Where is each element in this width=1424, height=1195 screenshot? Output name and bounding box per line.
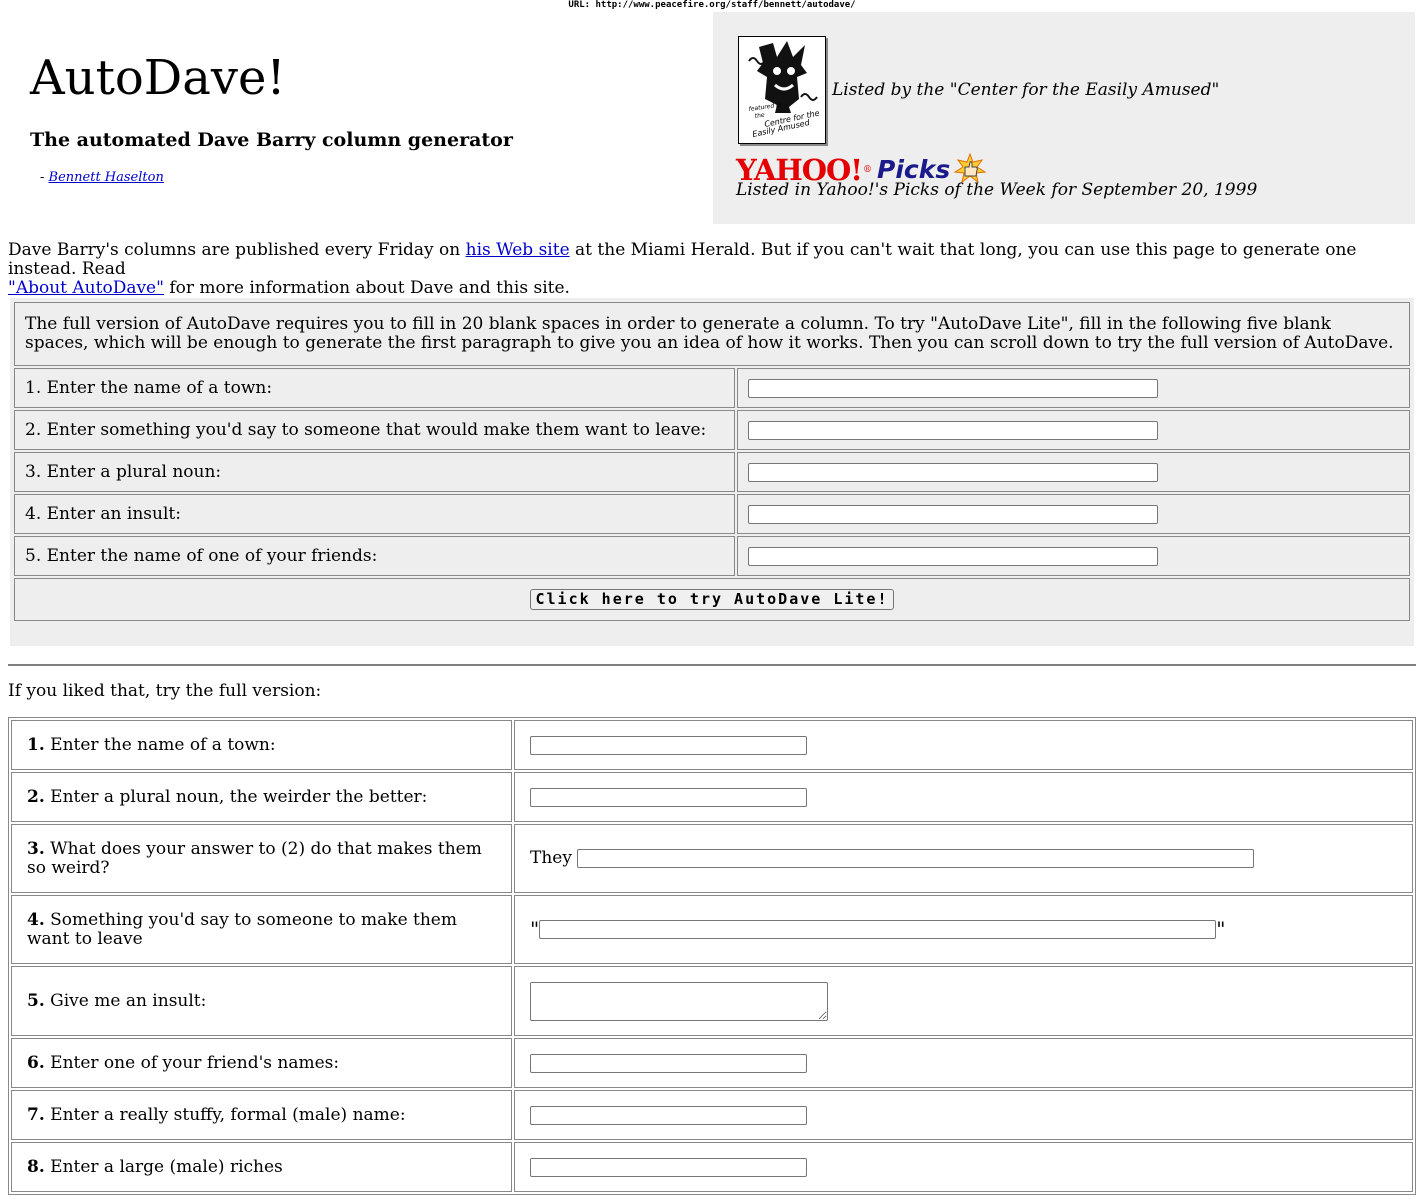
field-label-text: Enter a large (male) riches <box>44 1156 283 1177</box>
yahoo-registered-mark: ® <box>863 165 873 175</box>
full-field-label: 1. Enter the name of a town: <box>11 720 512 770</box>
field-label-text: Enter the name of a town: <box>44 734 276 755</box>
dave-barry-site-link[interactable]: his Web site <box>466 240 570 260</box>
field-label-text: Enter a plural noun, the weirder the bet… <box>44 786 428 807</box>
full-formal-name-input[interactable] <box>530 1105 807 1125</box>
field-number: 6. <box>27 1052 45 1073</box>
field-label-text: What does your answer to (2) do that mak… <box>27 838 482 878</box>
full-field-label: 2. Enter a plural noun, the weirder the … <box>11 772 512 822</box>
lite-field-label: 5. Enter the name of one of your friends… <box>14 536 735 576</box>
field-label-text: Enter one of your friend's names: <box>44 1052 340 1073</box>
open-quote: " <box>530 917 540 941</box>
full-friend-name-input[interactable] <box>530 1053 807 1073</box>
lite-insult-input[interactable] <box>748 504 1158 524</box>
full-plural-noun-input[interactable] <box>530 787 807 807</box>
full-leave-phrase-input[interactable] <box>539 920 1217 939</box>
full-field-label: 7. Enter a really stuffy, formal (male) … <box>11 1090 512 1140</box>
byline: - Bennett Haselton <box>40 170 690 185</box>
lite-form-table: The full version of AutoDave requires yo… <box>12 300 1412 623</box>
field-number: 8. <box>27 1156 45 1177</box>
field-number: 1. <box>27 734 45 755</box>
field-number: 7. <box>27 1104 45 1125</box>
lite-town-input[interactable] <box>748 378 1158 398</box>
byline-prefix: - <box>40 170 49 185</box>
lite-row: 2. Enter something you'd say to someone … <box>14 410 1410 450</box>
awards-panel: featured in the Centre for the Easily Am… <box>713 12 1415 224</box>
field-label-text: Something you'd say to someone to make t… <box>27 909 457 949</box>
lite-row: 1. Enter the name of a town: <box>14 368 1410 408</box>
autodave-lite-form: The full version of AutoDave requires yo… <box>10 298 1414 646</box>
lite-row: 4. Enter an insult: <box>14 494 1410 534</box>
section-divider <box>8 664 1416 666</box>
field-number: 3. <box>27 838 45 859</box>
close-quote: " <box>1216 917 1226 941</box>
intro-text-3: for more information about Dave and this… <box>163 278 570 298</box>
lite-field-label: 3. Enter a plural noun: <box>14 452 735 492</box>
author-link[interactable]: Bennett Haselton <box>49 170 164 185</box>
yahoo-listing-text: Listed in Yahoo!'s Picks of the Week for… <box>736 180 1258 200</box>
full-row: 8. Enter a large (male) riches <box>11 1142 1413 1192</box>
full-field-label: 8. Enter a large (male) riches <box>11 1142 512 1192</box>
lite-row: 5. Enter the name of one of your friends… <box>14 536 1410 576</box>
cea-badge-line-2: the <box>754 112 765 120</box>
full-row: 4. Something you'd say to someone to mak… <box>11 895 1413 964</box>
full-row: 5. Give me an insult: <box>11 966 1413 1036</box>
full-field-label: 5. Give me an insult: <box>11 966 512 1036</box>
full-row: 3. What does your answer to (2) do that … <box>11 824 1413 893</box>
field-number: 2. <box>27 786 45 807</box>
page-header: AutoDave! The automated Dave Barry colum… <box>30 50 690 185</box>
cea-award: featured in the Centre for the Easily Am… <box>738 36 1219 144</box>
url-bar: URL: http://www.peacefire.org/staff/benn… <box>568 0 856 10</box>
full-row: 1. Enter the name of a town: <box>11 720 1413 770</box>
full-field-label: 3. What does your answer to (2) do that … <box>11 824 512 893</box>
try-autodave-lite-button[interactable]: Click here to try AutoDave Lite! <box>529 589 895 610</box>
page-subtitle: The automated Dave Barry column generato… <box>30 129 513 151</box>
page-title: AutoDave! <box>30 50 286 106</box>
full-field-label: 6. Enter one of your friend's names: <box>11 1038 512 1088</box>
lite-plural-noun-input[interactable] <box>748 462 1158 482</box>
full-version-intro: If you liked that, try the full version: <box>8 681 322 701</box>
lite-leave-phrase-input[interactable] <box>748 420 1158 440</box>
full-weird-action-input[interactable] <box>577 849 1255 868</box>
field-label-text: Enter a really stuffy, formal (male) nam… <box>44 1104 406 1125</box>
full-field-label: 4. Something you'd say to someone to mak… <box>11 895 512 964</box>
lite-description: The full version of AutoDave requires yo… <box>14 302 1410 366</box>
full-row: 6. Enter one of your friend's names: <box>11 1038 1413 1088</box>
full-row: 7. Enter a really stuffy, formal (male) … <box>11 1090 1413 1140</box>
field-number: 5. <box>27 990 45 1011</box>
intro-paragraph: Dave Barry's columns are published every… <box>8 241 1408 298</box>
full-insult-textarea[interactable] <box>530 981 828 1021</box>
lite-field-label: 4. Enter an insult: <box>14 494 735 534</box>
lite-friend-name-input[interactable] <box>748 546 1158 566</box>
full-row: 2. Enter a plural noun, the weirder the … <box>11 772 1413 822</box>
lite-row: 3. Enter a plural noun: <box>14 452 1410 492</box>
full-town-input[interactable] <box>530 735 807 755</box>
full-version-form: 1. Enter the name of a town: 2. Enter a … <box>8 717 1416 1195</box>
lite-field-label: 1. Enter the name of a town: <box>14 368 735 408</box>
cea-badge-icon[interactable]: featured in the Centre for the Easily Am… <box>738 36 826 144</box>
about-autodave-link[interactable]: "About AutoDave" <box>8 278 164 298</box>
full-field-8-input[interactable] <box>530 1157 807 1177</box>
intro-text-1: Dave Barry's columns are published every… <box>8 240 466 260</box>
cea-listing-text: Listed by the "Center for the Easily Amu… <box>832 80 1220 100</box>
field-label-text: Give me an insult: <box>44 990 207 1011</box>
they-prefix: They <box>530 848 572 868</box>
field-number: 4. <box>27 909 45 930</box>
lite-field-label: 2. Enter something you'd say to someone … <box>14 410 735 450</box>
